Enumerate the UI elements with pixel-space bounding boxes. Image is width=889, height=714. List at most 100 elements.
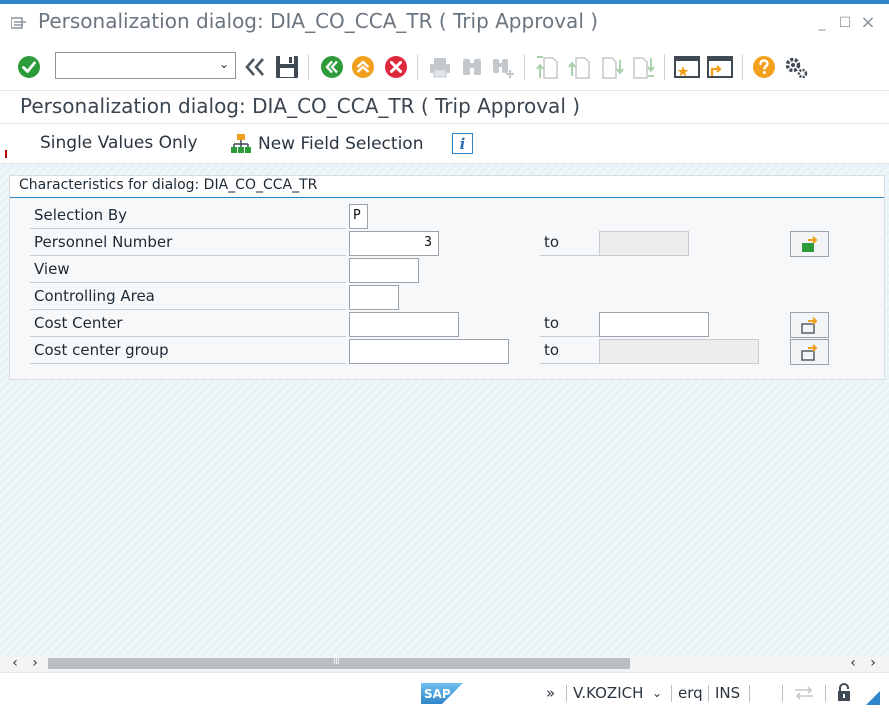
personnel-number-to-label: to (540, 230, 600, 256)
first-page-icon (536, 56, 558, 79)
command-field[interactable]: ⌄ (55, 52, 236, 79)
help-icon (753, 56, 775, 78)
window-titlebar: Personalization dialog: DIA_CO_CCA_TR ( … (0, 0, 889, 44)
find-next-icon (493, 59, 514, 78)
new-session-button[interactable] (673, 52, 701, 82)
enter-button[interactable] (16, 52, 42, 82)
app-title-bar: Personalization dialog: DIA_CO_CCA_TR ( … (0, 90, 889, 124)
multiple-selection-icon (800, 344, 817, 361)
main-area: Characteristics for dialog: DIA_CO_CCA_T… (0, 164, 889, 655)
info-button[interactable]: i (452, 133, 473, 154)
cost-center-group-multiple-selection-button[interactable] (790, 339, 829, 365)
multiple-selection-active-icon (801, 236, 817, 252)
new-session-icon (674, 56, 700, 78)
horizontal-scrollbar[interactable]: ‹ › ||| ‹ › (0, 655, 889, 672)
scroll-left-end-icon[interactable]: ‹ (846, 655, 860, 672)
cancel-icon (385, 56, 407, 78)
cost-center-group-label: Cost center group (30, 338, 346, 364)
back-button[interactable] (319, 52, 345, 82)
toolbar-separator (742, 54, 743, 80)
grip-icon: ||| (333, 655, 340, 665)
shortcut-button[interactable] (706, 52, 734, 82)
sap-logo: SAP (421, 683, 463, 704)
single-values-only-label: Single Values Only (40, 133, 198, 153)
status-separator (671, 685, 672, 702)
insert-mode[interactable]: INS (715, 684, 740, 702)
minimize-button[interactable]: _ (812, 14, 832, 32)
toolbar-separator (417, 54, 418, 80)
controlling-area-label: Controlling Area (30, 284, 346, 310)
chevron-down-icon[interactable]: ⌄ (652, 686, 662, 700)
characteristics-panel: Characteristics for dialog: DIA_CO_CCA_T… (9, 175, 885, 380)
back-double-button[interactable] (242, 52, 268, 82)
maximize-button[interactable]: ☐ (835, 14, 855, 32)
close-window-button[interactable]: × (858, 14, 878, 32)
new-field-selection-button[interactable]: New Field Selection (230, 133, 423, 155)
personnel-number-from-field[interactable]: 3 (349, 231, 439, 256)
find-button (459, 52, 485, 82)
personnel-number-to-field (599, 231, 689, 256)
previous-page-button (567, 52, 593, 82)
status-separator (749, 685, 750, 702)
print-icon (430, 58, 450, 78)
selection-by-field[interactable]: P (349, 204, 368, 229)
next-page-icon (602, 57, 624, 79)
application-toolbar: Single Values Only New Field Selection i (0, 124, 889, 164)
print-button (427, 52, 453, 82)
exit-icon (352, 56, 374, 78)
info-icon: i (459, 134, 466, 153)
cost-center-multiple-selection-button[interactable] (790, 312, 829, 338)
status-bar: SAP » V.KOZICH ⌄ erq INS (0, 672, 889, 714)
personnel-number-multiple-selection-button[interactable] (790, 231, 829, 257)
scroll-left-icon[interactable]: ‹ (8, 655, 22, 672)
status-separator (708, 685, 709, 702)
toolbar-separator (524, 54, 525, 80)
more-indicator-icon[interactable]: » (546, 684, 555, 702)
next-page-button (599, 52, 625, 82)
toolbar-separator (308, 54, 309, 80)
single-values-only-button[interactable]: Single Values Only (40, 133, 198, 153)
connection-icon (795, 686, 813, 700)
toolbar-separator (664, 54, 665, 80)
status-separator (566, 685, 567, 702)
scroll-right-icon[interactable]: › (28, 655, 42, 672)
first-page-button (535, 52, 561, 82)
panel-title: Characteristics for dialog: DIA_CO_CCA_T… (19, 177, 318, 193)
save-button[interactable] (273, 52, 301, 82)
command-input[interactable] (56, 53, 206, 78)
cost-center-from-field[interactable] (349, 312, 459, 337)
settings-button[interactable] (783, 52, 809, 82)
exit-button[interactable] (350, 52, 376, 82)
focus-marker (5, 150, 7, 158)
selection-by-label: Selection By (30, 203, 346, 229)
resize-grip-icon[interactable] (866, 691, 880, 705)
user-name[interactable]: V.KOZICH (573, 684, 643, 702)
window-menu-icon[interactable] (11, 16, 27, 30)
cost-center-group-from-field[interactable] (349, 339, 509, 364)
scrollbar-thumb[interactable]: ||| (48, 655, 630, 669)
view-field[interactable] (349, 258, 419, 283)
previous-page-icon (568, 57, 590, 79)
chevron-down-icon[interactable]: ⌄ (219, 57, 229, 71)
status-separator (825, 685, 826, 702)
cost-center-label: Cost Center (30, 311, 346, 337)
back-double-icon (245, 58, 264, 76)
last-page-button (630, 52, 656, 82)
scroll-right-end-icon[interactable]: › (866, 655, 880, 672)
window-title: Personalization dialog: DIA_CO_CCA_TR ( … (38, 9, 599, 33)
new-field-selection-label: New Field Selection (258, 134, 424, 154)
panel-header: Characteristics for dialog: DIA_CO_CCA_T… (10, 176, 884, 198)
cancel-button[interactable] (383, 52, 409, 82)
settings-icon (785, 57, 808, 79)
enter-icon (18, 56, 40, 78)
personnel-number-label: Personnel Number (30, 230, 346, 256)
system-client: erq (678, 684, 703, 702)
controlling-area-field[interactable] (349, 285, 399, 310)
cost-center-to-field[interactable] (599, 312, 709, 337)
find-icon (463, 59, 481, 75)
cost-center-to-label: to (540, 311, 600, 337)
lock-icon (838, 683, 850, 701)
help-button[interactable] (751, 52, 777, 82)
status-separator (782, 685, 783, 702)
hierarchy-icon (231, 134, 251, 153)
